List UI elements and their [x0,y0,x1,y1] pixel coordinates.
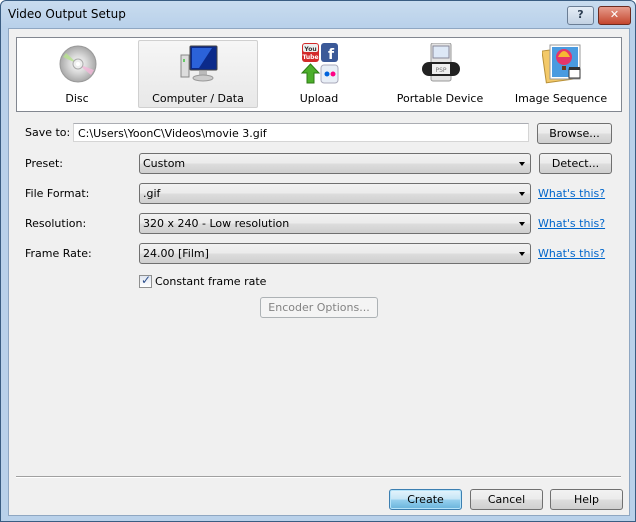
save-to-input[interactable]: C:\Users\YoonC\Videos\movie 3.gif [73,123,529,142]
detect-button[interactable]: Detect... [539,153,612,174]
frame-rate-label: Frame Rate: [25,247,92,260]
file-format-value: .gif [143,187,161,200]
tab-label: Computer / Data [152,92,244,105]
chevron-down-icon [519,222,525,226]
psp-icon: PSP [422,43,460,82]
tab-label: Disc [65,92,89,105]
constant-frame-rate-label[interactable]: Constant frame rate [155,275,266,288]
file-format-whats-this-link[interactable]: What's this? [538,187,605,200]
output-type-computer-data[interactable]: Computer / Data [138,40,258,108]
disc-icon [59,45,97,83]
chevron-down-icon [519,162,525,166]
resolution-dropdown[interactable]: 320 x 240 - Low resolution [139,213,531,234]
svg-text:f: f [328,47,335,63]
browse-button[interactable]: Browse... [537,123,612,144]
checkmark-icon: ✓ [141,273,152,287]
frame-rate-value: 24.00 [Film] [143,247,209,260]
help-title-button[interactable]: ? [567,6,594,25]
cancel-button[interactable]: Cancel [470,489,543,510]
title-bar[interactable]: Video Output Setup ? ✕ [1,1,635,28]
close-button[interactable]: ✕ [598,6,631,25]
footer-divider [16,476,621,478]
window-title: Video Output Setup [8,7,126,21]
tab-label: Portable Device [396,92,484,105]
resolution-label: Resolution: [25,217,87,230]
file-format-dropdown[interactable]: .gif [139,183,531,204]
resolution-value: 320 x 240 - Low resolution [143,217,290,230]
output-type-selector: Disc Computer / Data You Tube f Upload P… [16,37,622,112]
chevron-down-icon [519,252,525,256]
help-button[interactable]: Help [550,489,623,510]
resolution-whats-this-link[interactable]: What's this? [538,217,605,230]
output-type-image-sequence[interactable]: Image Sequence [501,40,621,108]
video-output-setup-dialog: Video Output Setup ? ✕ Disc Computer / D… [0,0,636,522]
upload-icon: You Tube f [300,43,339,84]
dialog-body: Disc Computer / Data You Tube f Upload P… [8,28,630,516]
image-sequence-icon [542,44,581,84]
create-button[interactable]: Create [389,489,462,510]
constant-frame-rate-checkbox[interactable]: ✓ [139,273,152,288]
svg-text:Tube: Tube [302,54,318,61]
frame-rate-whats-this-link[interactable]: What's this? [538,247,605,260]
encoder-options-button[interactable]: Encoder Options... [260,297,378,318]
file-format-label: File Format: [25,187,90,200]
preset-dropdown[interactable]: Custom [139,153,531,174]
output-type-portable-device[interactable]: PSP Portable Device [380,40,500,108]
preset-label: Preset: [25,157,64,170]
save-to-label: Save to: [25,126,71,139]
chevron-down-icon [519,192,525,196]
output-type-upload[interactable]: You Tube f Upload [259,40,379,108]
preset-value: Custom [143,157,186,170]
svg-text:PSP: PSP [435,67,446,74]
svg-text:You: You [303,46,316,53]
tab-label: Upload [299,92,339,105]
tab-label: Image Sequence [514,92,608,105]
frame-rate-dropdown[interactable]: 24.00 [Film] [139,243,531,264]
output-type-disc[interactable]: Disc [17,40,137,108]
computer-icon [180,45,218,82]
